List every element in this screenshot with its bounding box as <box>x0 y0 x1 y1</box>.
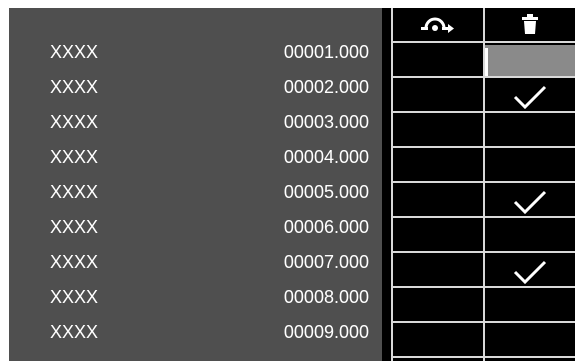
item-name: XXXX <box>50 217 99 237</box>
item-value: 00008.000 <box>283 287 369 307</box>
delete-toggle-cell[interactable] <box>485 325 575 358</box>
item-list-panel: XXXX 00001.000 XXXX 00002.000 XXXX 00003.000 X… <box>9 8 382 361</box>
row-divider <box>393 181 575 183</box>
list-item[interactable]: XXXX 00002.000 <box>9 70 382 105</box>
item-name: XXXX <box>50 147 99 167</box>
skip-toggle-cell[interactable] <box>393 80 483 113</box>
skip-toggle-cell[interactable] <box>393 150 483 183</box>
row-divider <box>393 321 575 323</box>
skip-toggle-cell[interactable] <box>393 115 483 148</box>
delete-toggle-cell[interactable] <box>485 290 575 323</box>
row-divider <box>393 286 575 288</box>
list-item[interactable]: XXXX 00001.000 <box>9 35 382 70</box>
selection-cursor <box>485 48 488 78</box>
list-item[interactable]: XXXX 00005.000 <box>9 175 382 210</box>
list-item[interactable]: XXXX 00007.000 <box>9 245 382 280</box>
row-divider <box>393 146 575 148</box>
item-name: XXXX <box>50 42 99 62</box>
item-value: 00002.000 <box>283 77 369 97</box>
action-grid <box>382 8 575 361</box>
delete-toggle-cell[interactable] <box>485 255 575 288</box>
item-name: XXXX <box>50 322 99 342</box>
delete-toggle-cell[interactable] <box>485 220 575 253</box>
delete-toggle-cell[interactable] <box>485 80 575 113</box>
skip-toggle-cell[interactable] <box>393 220 483 253</box>
item-value: 00007.000 <box>283 252 369 272</box>
skip-toggle-cell[interactable] <box>393 255 483 288</box>
delete-toggle-cell[interactable] <box>485 45 575 78</box>
item-list-screen: XXXX 00001.000 XXXX 00002.000 XXXX 00003.000 X… <box>9 8 575 361</box>
item-value: 00006.000 <box>283 217 369 237</box>
check-icon <box>513 260 547 284</box>
item-value: 00001.000 <box>283 42 369 62</box>
item-name: XXXX <box>50 252 99 272</box>
delete-column-header <box>485 8 575 40</box>
item-name: XXXX <box>50 182 99 202</box>
row-divider <box>393 216 575 218</box>
row-divider <box>393 356 575 358</box>
item-name: XXXX <box>50 77 99 97</box>
delete-toggle-cell[interactable] <box>485 115 575 148</box>
row-divider <box>393 111 575 113</box>
trash-icon <box>522 14 538 34</box>
grid-divider <box>483 8 485 361</box>
item-name: XXXX <box>50 112 99 132</box>
grid-divider <box>391 8 393 361</box>
row-divider <box>393 251 575 253</box>
row-divider <box>393 76 575 78</box>
check-icon <box>513 190 547 214</box>
list-item[interactable]: XXXX 00006.000 <box>9 210 382 245</box>
skip-column-header <box>393 8 483 40</box>
item-value: 00005.000 <box>283 182 369 202</box>
item-value: 00004.000 <box>283 147 369 167</box>
skip-toggle-cell[interactable] <box>393 45 483 78</box>
list-item[interactable]: XXXX 00004.000 <box>9 140 382 175</box>
row-divider <box>393 41 575 43</box>
item-name: XXXX <box>50 287 99 307</box>
check-icon <box>513 85 547 109</box>
delete-toggle-cell[interactable] <box>485 150 575 183</box>
skip-toggle-cell[interactable] <box>393 290 483 323</box>
list-item[interactable]: XXXX 00003.000 <box>9 105 382 140</box>
skip-arrow-icon <box>421 17 454 33</box>
skip-toggle-cell[interactable] <box>393 185 483 218</box>
list-item[interactable]: XXXX 00008.000 <box>9 280 382 315</box>
item-value: 00009.000 <box>283 322 369 342</box>
list-item[interactable]: XXXX 00009.000 <box>9 315 382 350</box>
delete-toggle-cell[interactable] <box>485 185 575 218</box>
item-value: 00003.000 <box>283 112 369 132</box>
skip-toggle-cell[interactable] <box>393 325 483 358</box>
